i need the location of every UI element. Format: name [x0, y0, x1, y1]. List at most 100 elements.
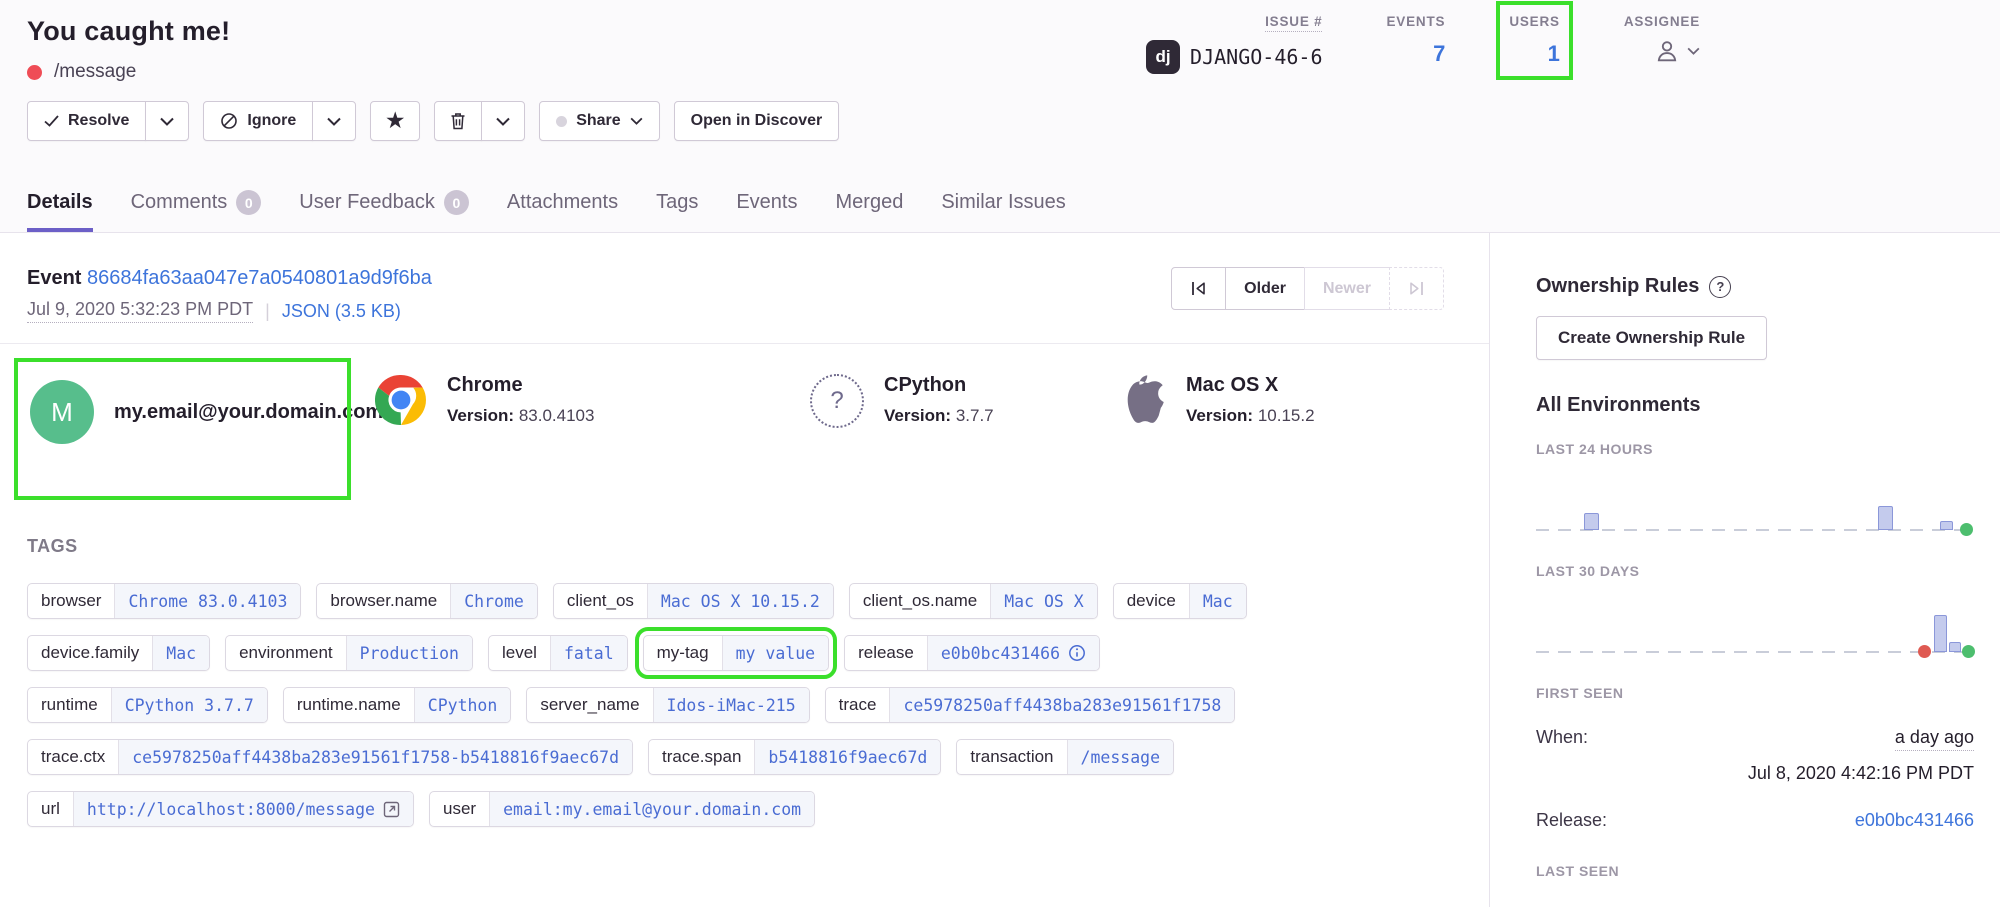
tag-runtime: runtimeCPython 3.7.7 — [27, 687, 268, 723]
issue-header: You caught me! /message ISSUE # dj DJANG… — [0, 0, 2000, 233]
tag-level: levelfatal — [488, 635, 628, 671]
tag-value-link[interactable]: Mac — [152, 636, 209, 670]
comments-count-badge: 0 — [236, 190, 261, 215]
event-context-cards: M my.email@your.domain.com Chrome — [27, 374, 1444, 484]
tag-value-link[interactable]: e0b0bc431466 — [927, 636, 1099, 670]
user-context-card-annotated: M my.email@your.domain.com — [30, 374, 335, 484]
tab-merged[interactable]: Merged — [836, 190, 904, 232]
tag-value-link[interactable]: http://localhost:8000/message — [73, 792, 413, 826]
sparkline-baseline — [1536, 651, 1974, 653]
last-30-days-label: LAST 30 DAYS — [1536, 563, 1974, 579]
tag-device-family: device.familyMac — [27, 635, 210, 671]
os-version: 10.15.2 — [1258, 406, 1315, 425]
resolve-dropdown-button[interactable] — [145, 101, 189, 141]
events-count[interactable]: 7 — [1433, 41, 1445, 67]
stat-users-annotated: USERS 1 — [1509, 14, 1560, 67]
feedback-count-badge: 0 — [444, 190, 469, 215]
chevron-down-icon — [327, 117, 341, 126]
tag-environment: environmentProduction — [225, 635, 473, 671]
tag-value-link[interactable]: ce5978250aff4438ba283e91561f1758 — [889, 688, 1234, 722]
first-seen-relative: a day ago — [1895, 727, 1974, 751]
tab-details[interactable]: Details — [27, 190, 93, 232]
last-24-hours-label: LAST 24 HOURS — [1536, 441, 1974, 457]
tag-value-link[interactable]: fatal — [550, 636, 627, 670]
event-id-link[interactable]: 86684fa63aa047e7a0540801a9d9f6ba — [87, 267, 432, 289]
ignore-dropdown-button[interactable] — [312, 101, 356, 141]
share-button[interactable]: Share — [539, 101, 659, 141]
tab-attachments[interactable]: Attachments — [507, 190, 618, 232]
mute-circle-slash-icon — [220, 112, 238, 130]
open-in-discover-button[interactable]: Open in Discover — [674, 101, 840, 141]
sparkline-baseline — [1536, 529, 1974, 531]
tag-value-link[interactable]: Chrome — [450, 584, 537, 618]
chrome-logo-icon — [375, 374, 427, 426]
tab-comments[interactable]: Comments0 — [131, 190, 262, 232]
tag-value-link[interactable]: Mac — [1189, 584, 1246, 618]
oldest-event-button[interactable] — [1171, 267, 1226, 310]
tab-tags[interactable]: Tags — [656, 190, 698, 232]
last-seen-label: LAST SEEN — [1536, 863, 1974, 879]
star-icon: ★ — [386, 111, 404, 131]
runtime-version: 3.7.7 — [956, 406, 994, 425]
tag-value-link[interactable]: my value — [722, 636, 828, 670]
tag-value-link[interactable]: b5418816f9aec67d — [754, 740, 940, 774]
tag-value-link[interactable]: ce5978250aff4438ba283e91561f1758-b541881… — [118, 740, 632, 774]
chevron-down-icon — [630, 117, 643, 125]
divider — [0, 343, 1489, 344]
sparkline-bar — [1934, 615, 1947, 652]
tag-value-link[interactable]: Idos-iMac-215 — [653, 688, 809, 722]
page-title: You caught me! — [27, 16, 2000, 47]
tag-user: useremail:my.email@your.domain.com — [429, 791, 815, 827]
tag-value-link[interactable]: CPython 3.7.7 — [111, 688, 267, 722]
bookmark-star-button[interactable]: ★ — [370, 101, 420, 141]
delete-dropdown-button[interactable] — [481, 101, 525, 141]
older-event-button[interactable]: Older — [1225, 267, 1305, 310]
skip-to-last-icon — [1408, 281, 1425, 296]
chevron-down-icon — [160, 117, 174, 126]
tag-trace-ctx: trace.ctxce5978250aff4438ba283e91561f175… — [27, 739, 633, 775]
sparkline-red-dot — [1918, 645, 1931, 658]
delete-button[interactable] — [434, 101, 482, 141]
stat-assignee: ASSIGNEE — [1624, 14, 1700, 65]
sparkline-bar — [1584, 513, 1599, 530]
tag-value-link[interactable]: Mac OS X 10.15.2 — [647, 584, 833, 618]
create-ownership-rule-button[interactable]: Create Ownership Rule — [1536, 316, 1767, 360]
tag-browser-name: browser.nameChrome — [316, 583, 537, 619]
users-count[interactable]: 1 — [1548, 41, 1560, 67]
sparkline-bar — [1940, 521, 1953, 530]
help-question-icon[interactable]: ? — [1709, 276, 1731, 298]
first-seen-date: Jul 8, 2020 4:42:16 PM PDT — [1536, 763, 1974, 784]
skip-to-latest-button[interactable] — [1389, 267, 1444, 310]
external-link-icon[interactable] — [383, 801, 400, 818]
tab-user-feedback[interactable]: User Feedback0 — [299, 190, 469, 232]
assignee-dropdown[interactable] — [1653, 37, 1700, 65]
event-json-link[interactable]: JSON (3.5 KB) — [282, 301, 401, 322]
tag-value-link[interactable]: /message — [1067, 740, 1173, 774]
newer-event-button[interactable]: Newer — [1304, 267, 1390, 310]
tag-value-link[interactable]: Chrome 83.0.4103 — [114, 584, 300, 618]
apple-logo-icon — [1120, 374, 1166, 428]
tag-url: urlhttp://localhost:8000/message — [27, 791, 414, 827]
sparkline-bar — [1878, 506, 1893, 530]
tag-value-link[interactable]: CPython — [414, 688, 511, 722]
sparkline-bar — [1949, 642, 1961, 652]
tag-value-link[interactable]: email:my.email@your.domain.com — [489, 792, 814, 826]
tab-similar-issues[interactable]: Similar Issues — [941, 190, 1065, 232]
tag-list: browserChrome 83.0.4103 browser.nameChro… — [27, 583, 1444, 827]
tag-value-link[interactable]: Production — [346, 636, 472, 670]
first-seen-release-link[interactable]: e0b0bc431466 — [1855, 810, 1974, 831]
ignore-button[interactable]: Ignore — [203, 101, 313, 141]
tab-events[interactable]: Events — [736, 190, 797, 232]
browser-name: Chrome — [447, 374, 594, 397]
runtime-context-card: ? CPython Version: 3.7.7 — [810, 374, 1065, 428]
issue-number-label: ISSUE # — [1265, 14, 1322, 32]
chevron-down-icon — [496, 117, 510, 126]
trash-icon — [450, 112, 466, 130]
resolve-button[interactable]: Resolve — [27, 101, 146, 141]
tag-value-link[interactable]: Mac OS X — [990, 584, 1096, 618]
browser-version: 83.0.4103 — [519, 406, 595, 425]
tag-trace-span: trace.spanb5418816f9aec67d — [648, 739, 941, 775]
assignee-label: ASSIGNEE — [1624, 14, 1700, 29]
issue-sidebar: Ownership Rules ? Create Ownership Rule … — [1490, 233, 2000, 907]
info-circle-icon[interactable] — [1068, 644, 1086, 662]
